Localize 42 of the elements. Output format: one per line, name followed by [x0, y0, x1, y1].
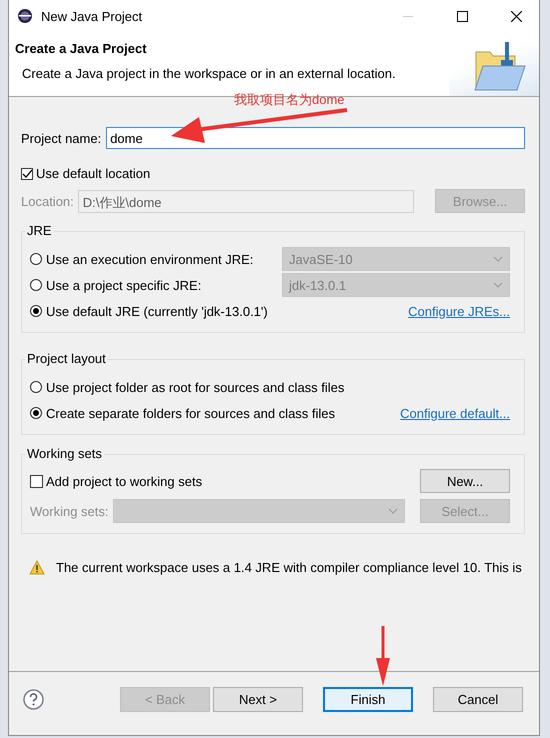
radio-label: Use project folder as root for sources and class files: [46, 380, 344, 394]
checkbox[interactable]: [21, 168, 33, 180]
group-title: Working sets: [25, 446, 104, 461]
radio-button[interactable]: [30, 305, 42, 317]
configure-link[interactable]: Configure default...: [400, 406, 510, 420]
field-label: Working sets:: [30, 504, 109, 518]
chevron-down-icon: [493, 282, 503, 288]
radio-label: Use an execution environment JRE:: [46, 252, 254, 266]
page-description: Create a Java project in the workspace or in an external location.: [22, 66, 397, 81]
radio-button[interactable]: [30, 407, 42, 419]
project-name-field[interactable]: dome: [106, 127, 525, 149]
wizard-button[interactable]: Finish: [323, 687, 413, 712]
warning-icon: [29, 560, 45, 575]
window-title: New Java Project: [41, 8, 142, 24]
group-title: JRE: [25, 223, 54, 238]
java-project-folder-icon: [473, 40, 527, 92]
field-label: Location:: [21, 194, 74, 208]
radio-button[interactable]: [30, 279, 42, 291]
warning-message: The current workspace uses a 1.4 JRE with compiler compliance level 10. This is: [56, 560, 522, 575]
radio-label: Use default JRE (currently 'jdk-13.0.1'): [46, 304, 268, 318]
chevron-down-icon: [493, 256, 503, 262]
wizard-button[interactable]: Cancel: [433, 687, 523, 712]
radio-button[interactable]: [30, 253, 42, 265]
radio-button[interactable]: [30, 381, 42, 393]
checkbox-label: Add project to working sets: [46, 474, 202, 488]
chevron-down-icon: [388, 508, 398, 514]
radio-label: Use a project specific JRE:: [46, 278, 202, 292]
jre-dropdown[interactable]: jdk-13.0.1: [282, 273, 510, 297]
radio-label: Create separate folders for sources and class files: [46, 406, 336, 420]
eclipse-logo-icon: [17, 8, 33, 24]
field-label: Project name:: [21, 130, 102, 146]
checkbox-label: Use default location: [36, 166, 150, 181]
help-icon[interactable]: [23, 689, 44, 710]
maximize-icon: [456, 10, 468, 22]
annotation-text: 我取项目名为dome: [234, 91, 345, 109]
wizard-button[interactable]: Next >: [213, 687, 303, 712]
group-title: Project layout: [25, 351, 108, 366]
jre-dropdown[interactable]: JavaSE-10: [282, 247, 510, 271]
page-title: Create a Java Project: [15, 41, 148, 56]
configure-link[interactable]: Configure JREs...: [408, 304, 510, 318]
close-icon: [510, 10, 522, 22]
annotation-arrow: [376, 626, 390, 686]
